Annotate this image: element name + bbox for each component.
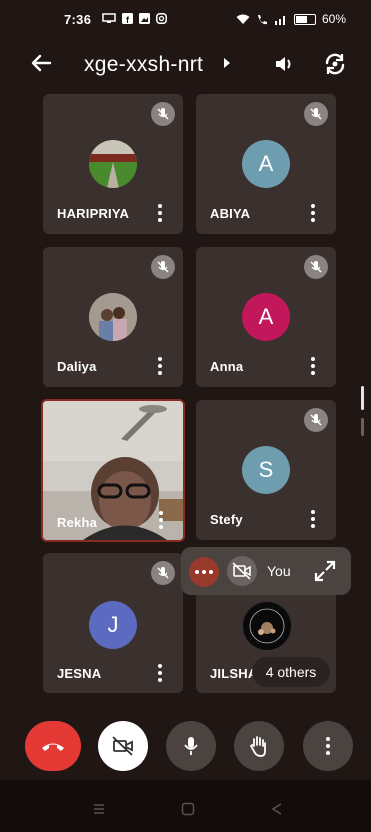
more-horizontal-icon[interactable] (189, 557, 219, 587)
self-label: You (267, 563, 291, 579)
status-right: 60% (236, 12, 346, 26)
participant-avatar (242, 601, 292, 651)
participant-tile[interactable]: A ABIYA (196, 94, 336, 234)
caret-right-icon[interactable] (224, 58, 230, 68)
participant-tile[interactable]: S Stefy (196, 400, 336, 540)
participant-name: Rekha (57, 515, 98, 530)
back-arrow-icon[interactable] (30, 52, 52, 74)
mic-off-icon (151, 561, 175, 585)
participant-avatar (89, 293, 137, 341)
microphone-button[interactable] (166, 721, 216, 771)
participant-tile-active[interactable]: Rekha (41, 399, 185, 542)
others-badge[interactable]: 4 others (252, 657, 330, 687)
status-bar: 7:36 f 60% (0, 0, 371, 38)
more-options-icon[interactable] (157, 204, 163, 222)
participant-avatar: S (242, 446, 290, 494)
switch-camera-icon[interactable] (322, 51, 348, 77)
mic-off-icon (304, 102, 328, 126)
status-time: 7:36 (64, 12, 92, 27)
participant-name: HARIPRIYA (57, 206, 130, 221)
meeting-code[interactable]: xge-xxsh-nrt (84, 53, 203, 77)
camera-off-icon (112, 736, 133, 756)
more-options-icon[interactable] (310, 357, 316, 375)
more-vertical-icon (325, 737, 331, 755)
raise-hand-button[interactable] (234, 721, 284, 771)
scrollbar-track (361, 418, 364, 436)
hand-icon (249, 736, 266, 757)
expand-icon[interactable] (313, 559, 337, 583)
participant-name: Stefy (210, 512, 243, 527)
gallery-icon (139, 13, 150, 24)
scrollbar-thumb[interactable] (361, 386, 364, 410)
participant-name: Daliya (57, 359, 97, 374)
participant-tile[interactable]: Daliya (43, 247, 183, 387)
participant-name: Anna (210, 359, 244, 374)
battery-percent: 60% (322, 12, 347, 26)
participant-tile[interactable]: HARIPRIYA (43, 94, 183, 234)
mic-off-icon (151, 255, 175, 279)
instagram-icon (156, 13, 167, 24)
participant-name: JESNA (57, 666, 102, 681)
end-call-button[interactable] (25, 721, 81, 771)
home-icon[interactable] (181, 802, 195, 816)
meeting-header: xge-xxsh-nrt (0, 40, 371, 88)
phone-hangup-icon (42, 743, 64, 751)
signal-icon (275, 15, 285, 25)
self-view-pill[interactable]: You (181, 547, 351, 595)
more-options-button[interactable] (303, 721, 353, 771)
speaker-icon[interactable] (272, 52, 296, 76)
participant-avatar: A (242, 140, 290, 188)
back-nav-icon[interactable] (270, 802, 284, 816)
wifi-call-icon (258, 14, 267, 24)
participant-tile[interactable]: A Anna (196, 247, 336, 387)
camera-off-icon (227, 556, 257, 586)
participant-avatar: A (242, 293, 290, 341)
mic-off-icon (304, 408, 328, 432)
facebook-icon: f (122, 13, 133, 24)
more-options-icon[interactable] (158, 511, 164, 529)
system-nav-bar (0, 780, 371, 832)
screen-cast-icon (102, 13, 116, 23)
camera-toggle-button[interactable] (98, 721, 148, 771)
mic-off-icon (151, 102, 175, 126)
participant-tile[interactable]: J JESNA (43, 553, 183, 693)
participant-avatar (89, 140, 137, 188)
battery-icon (294, 13, 316, 25)
mic-off-icon (304, 255, 328, 279)
recent-apps-icon[interactable] (92, 802, 106, 816)
participant-name: JILSHA (210, 666, 258, 681)
more-options-icon[interactable] (157, 664, 163, 682)
participant-name: ABIYA (210, 206, 251, 221)
more-options-icon[interactable] (157, 357, 163, 375)
wifi-icon (236, 14, 250, 24)
more-options-icon[interactable] (310, 510, 316, 528)
notification-icons: f (102, 13, 167, 24)
mic-icon (184, 737, 198, 755)
more-options-icon[interactable] (310, 204, 316, 222)
participant-avatar: J (89, 601, 137, 649)
